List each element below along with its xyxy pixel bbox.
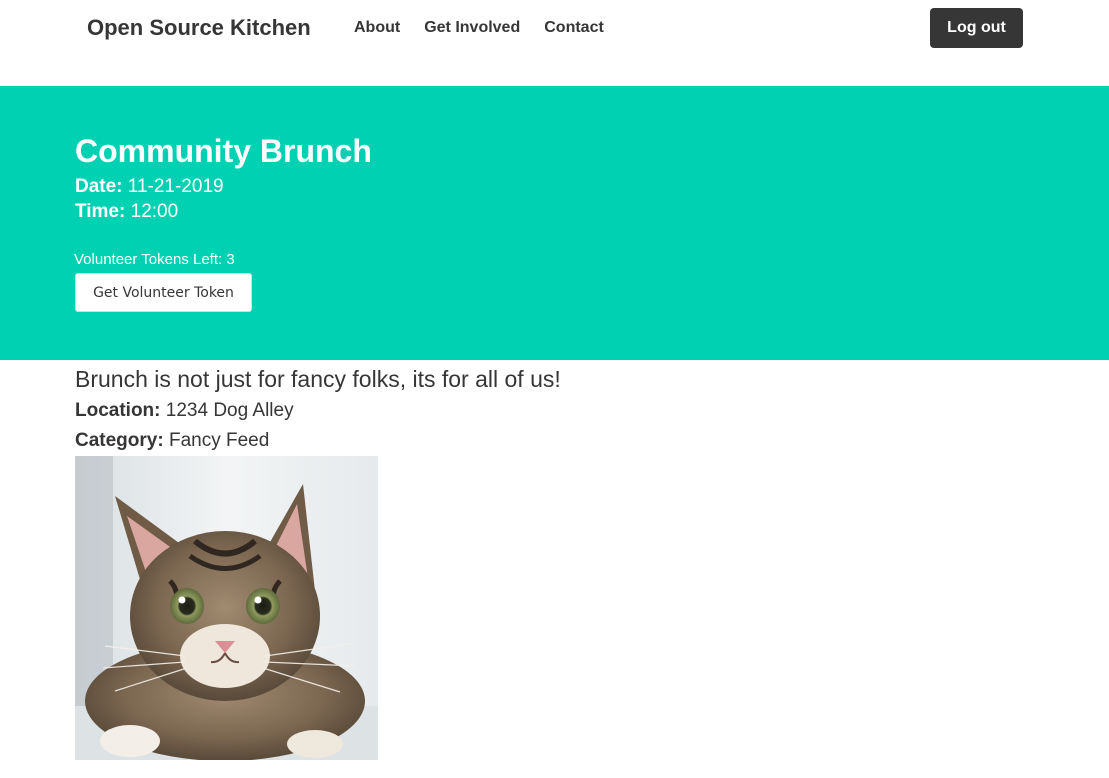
brand-link[interactable]: Open Source Kitchen [87, 15, 311, 41]
event-date-value: 11-21-2019 [127, 176, 224, 197]
logout-button[interactable]: Log out [930, 8, 1023, 48]
nav-link-contact[interactable]: Contact [544, 19, 604, 37]
event-time-label: Time: [75, 201, 126, 222]
get-volunteer-token-button[interactable]: Get Volunteer Token [75, 273, 252, 312]
event-time: Time: 12:00 [75, 201, 178, 223]
nav-links: About Get Involved Contact [354, 19, 628, 37]
location-value: 1234 Dog Alley [165, 400, 294, 421]
nav-link-about[interactable]: About [354, 19, 400, 37]
nav-link-get-involved[interactable]: Get Involved [424, 19, 520, 37]
event-date: Date: 11-21-2019 [75, 176, 224, 198]
event-tagline: Brunch is not just for fancy folks, its … [75, 366, 561, 392]
location-label: Location: [75, 400, 161, 421]
category-label: Category: [75, 430, 164, 451]
event-hero: Community Brunch Date: 11-21-2019 Time: … [0, 86, 1109, 360]
event-date-label: Date: [75, 176, 123, 197]
event-details: Brunch is not just for fancy folks, its … [0, 360, 1109, 778]
navbar: Open Source Kitchen About Get Involved C… [0, 0, 1109, 86]
event-image-kitten [75, 456, 378, 760]
event-time-value: 12:00 [130, 201, 179, 222]
kitten-illustration [75, 456, 378, 760]
event-location: Location: 1234 Dog Alley [75, 400, 294, 422]
volunteer-tokens-left: Volunteer Tokens Left: 3 [74, 251, 235, 268]
event-title: Community Brunch [75, 133, 372, 169]
event-category: Category: Fancy Feed [75, 430, 269, 452]
category-value: Fancy Feed [168, 430, 270, 451]
